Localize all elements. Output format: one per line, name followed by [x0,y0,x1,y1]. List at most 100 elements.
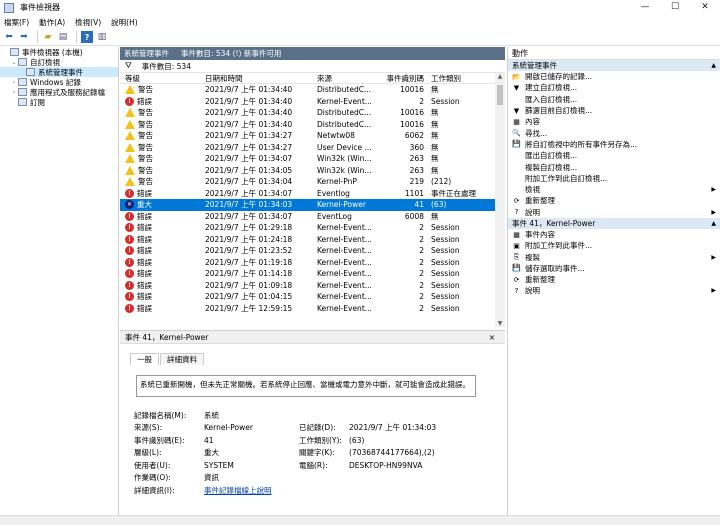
tree-item[interactable]: 事件檢視器 (本機) [0,47,118,57]
actions-section-event[interactable]: 事件 41，Kernel-Power ▲ [508,217,720,229]
event-row[interactable]: ! 錯誤 2021/9/7 上午 01:34:07 EventLog 6008 無 [120,211,505,223]
event-level: 錯誤 [137,211,152,221]
event-row[interactable]: 警告 2021/9/7 上午 01:34:27 User Device ... 360… [120,142,505,154]
property-label: 事件識別碼(E): [134,435,185,445]
tree-item[interactable]: › Windows 記錄 [0,77,118,87]
action-item[interactable]: ⟳ 重新整理 [508,195,720,206]
online-help-link[interactable]: 事件記錄檔線上說明 [204,485,272,496]
event-row[interactable]: 警告 2021/9/7 上午 01:34:40 DistributedC... 100… [120,119,505,131]
action-item[interactable]: ▼ 篩選目前自訂檢視... [508,105,720,116]
action-label: 事件內容 [525,230,555,239]
detail-close-icon[interactable]: × [489,333,495,342]
event-row[interactable]: ! 錯誤 2021/9/7 上午 01:09:18 Kernel-Event... 2 S… [120,280,505,292]
event-row[interactable]: ! 錯誤 2021/9/7 上午 01:34:40 Kernel-Event... 2 S… [120,96,505,108]
minimize-button[interactable]: — [630,0,660,15]
action-label: 匯入自訂檢視... [525,94,578,104]
console-tree-icon[interactable]: ▤ [57,31,69,43]
action-item[interactable]: ⟳ 重新整理 [508,274,720,285]
event-time: 2021/9/7 上午 01:34:40 [205,96,293,106]
action-item[interactable]: 附加工作到此自訂檢視... [508,173,720,184]
menu-view[interactable]: 檢視(V) [75,17,101,28]
event-id: 2 [419,246,424,256]
event-row[interactable]: ! 錯誤 2021/9/7 上午 01:34:07 Eventlog 1101 事件正在處… [120,188,505,200]
menu-file[interactable]: 檔案(F) [4,17,29,28]
action-item[interactable]: ? 說明 ▶ [508,207,720,218]
event-level: 錯誤 [137,280,152,290]
action-item[interactable]: ⎘ 複製 ▶ [508,251,720,262]
action-pane-icon[interactable]: ▥ [96,31,108,43]
up-folder-icon[interactable]: ▰ [42,31,54,43]
scroll-down-icon[interactable]: ▼ [495,320,505,327]
scroll-thumb[interactable] [497,85,503,105]
expand-arrow-icon[interactable]: › [10,89,18,96]
scroll-up-icon[interactable]: ▲ [495,73,505,80]
maximize-button[interactable]: ☐ [660,0,690,15]
error-icon: ! [125,292,134,302]
action-item[interactable]: ▼ 建立自訂檢視... [508,82,720,93]
event-id: 6008 [404,211,424,221]
event-row[interactable]: ! 錯誤 2021/9/7 上午 01:29:18 Kernel-Event... 2 S… [120,222,505,234]
close-button[interactable]: ✕ [690,0,720,15]
actions-section-custom-view[interactable]: 系統管理事件 ▲ [508,60,720,71]
tab-general[interactable]: 一般 [130,353,159,365]
menu-action[interactable]: 動作(A) [39,17,65,28]
column-event-id[interactable]: 事件識別碼 [383,73,428,84]
event-id: 2 [419,280,424,290]
action-item[interactable]: 📂 開啟已儲存的記錄... [508,71,720,82]
event-id: 2 [419,269,424,279]
action-item[interactable]: ▦ 事件內容 [508,229,720,240]
action-item[interactable]: 🔍 尋找... [508,127,720,138]
action-item[interactable]: 匯入自訂檢視... [508,94,720,105]
tree-item[interactable]: › 應用程式及服務記錄檔 [0,87,118,97]
property-label: 記錄檔名稱(M): [134,410,187,420]
event-message: 系統已重新開機，但未先正常關機。若系統停止回應、當機或電力意外中斷，就可能會造成… [136,375,476,397]
error-icon: ! [125,246,134,256]
event-list-scrollbar[interactable]: ▲ ▼ [495,73,505,327]
event-row[interactable]: ! 錯誤 2021/9/7 上午 01:23:52 Kernel-Event... 2 S… [120,245,505,257]
event-row[interactable]: ! 錯誤 2021/9/7 上午 01:14:18 Kernel-Event... 2 S… [120,268,505,280]
action-item[interactable]: 檢視 ▶ [508,184,720,195]
action-item[interactable]: 💾 儲存選取的事件... [508,263,720,274]
event-row[interactable]: ! 錯誤 2021/9/7 上午 01:04:15 Kernel-Event... 2 S… [120,291,505,303]
column-task-category[interactable]: 工作類別 [428,73,490,84]
action-item[interactable]: 匯出自訂檢視... [508,150,720,161]
horizontal-scrollbar[interactable] [0,515,720,525]
event-row[interactable]: 警告 2021/9/7 上午 01:34:40 DistributedC... 100… [120,84,505,96]
help-icon[interactable]: ? [81,31,93,43]
event-row[interactable]: 警告 2021/9/7 上午 01:34:05 Win32k (Win... 263 無 [120,165,505,177]
action-item[interactable]: ? 說明 ▶ [508,285,720,296]
event-category: 無 [431,165,439,175]
event-row[interactable]: ! 錯誤 2021/9/7 上午 12:59:15 Kernel-Event... 2 S… [120,303,505,315]
action-item[interactable]: ▦ 內容 [508,116,720,127]
action-icon: ? [514,208,519,217]
tree-item[interactable]: 系統管理事件 [0,67,118,77]
property-value: 資訊 [204,473,219,483]
event-row[interactable]: 警告 2021/9/7 上午 01:34:04 Kernel-PnP 219 (212) [120,176,505,188]
event-category: Session [431,303,460,313]
forward-arrow-icon[interactable]: ➡ [18,31,30,43]
collapse-up-icon[interactable]: ▲ [711,62,716,69]
event-row[interactable]: 警告 2021/9/7 上午 01:34:27 Netwtw08 6062 無 [120,130,505,142]
action-item[interactable]: 複製自訂檢視... [508,161,720,172]
event-row[interactable]: 警告 2021/9/7 上午 01:34:40 DistributedC... 100… [120,107,505,119]
action-item[interactable]: 💾 將自訂檢視中的所有事件另存為... [508,139,720,150]
event-id: 41 [414,200,424,210]
event-row[interactable]: 警告 2021/9/7 上午 01:34:07 Win32k (Win... 263 無 [120,153,505,165]
expand-arrow-icon[interactable]: ⌄ [10,59,18,66]
menu-help[interactable]: 說明(H) [111,17,138,28]
collapse-up-icon[interactable]: ▲ [711,220,716,227]
column-source[interactable]: 來源 [315,73,383,84]
event-row[interactable]: ✕ 重大 2021/9/7 上午 01:34:03 Kernel-Power 41 (63… [120,199,505,211]
column-level[interactable]: 等級 [120,73,202,84]
back-arrow-icon[interactable]: ⬅ [3,31,15,43]
tree-item[interactable]: ⌄ 自訂檢視 [0,57,118,67]
tab-details[interactable]: 詳細資料 [160,353,204,365]
column-datetime[interactable]: 日期和時間 [202,73,315,84]
tree-item[interactable]: 訂閱 [0,97,118,107]
warning-icon [125,142,135,152]
expand-arrow-icon[interactable]: › [10,79,18,86]
warning-icon [125,85,135,95]
action-item[interactable]: ▣ 附加工作到此事件... [508,240,720,251]
event-row[interactable]: ! 錯誤 2021/9/7 上午 01:19:18 Kernel-Event... 2 S… [120,257,505,269]
event-row[interactable]: ! 錯誤 2021/9/7 上午 01:24:18 Kernel-Event... 2 S… [120,234,505,246]
